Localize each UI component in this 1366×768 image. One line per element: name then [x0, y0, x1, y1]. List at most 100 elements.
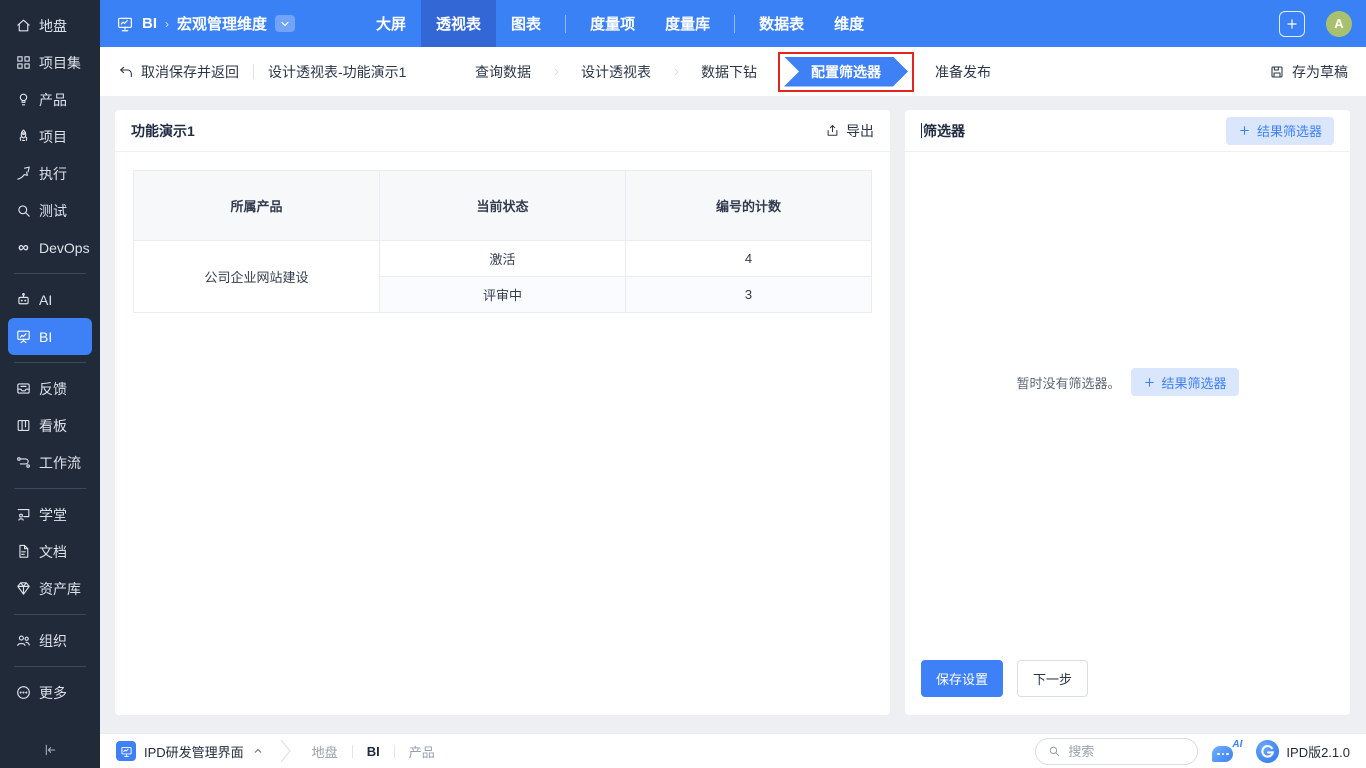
search-box[interactable] [1035, 737, 1199, 765]
ai-badge: AI [1232, 739, 1243, 750]
add-button[interactable] [1279, 10, 1305, 37]
sidebar-item-devops[interactable]: ∞ DevOps [8, 229, 92, 266]
infinity-icon: ∞ [18, 239, 29, 256]
add-result-filter-button[interactable]: 结果筛选器 [1225, 116, 1334, 145]
breadcrumb-current[interactable]: 宏观管理维度 [177, 13, 267, 34]
sidebar-item-label: 测试 [39, 202, 67, 219]
sidebar-item-bi[interactable]: BI [8, 318, 92, 355]
sidebar-item-workflow[interactable]: 工作流 [8, 444, 92, 481]
main-column: BI › 宏观管理维度 大屏 透视表 图表 度量项 度量库 数据表 维度 A 取… [100, 0, 1366, 768]
step-design-pivot[interactable]: 设计透视表 [564, 62, 668, 82]
bi-screen-icon [118, 17, 132, 31]
sidebar-item-project[interactable]: 项目 [8, 118, 92, 155]
sidebar-divider [14, 273, 86, 274]
sidebar-item-execute[interactable]: 执行 [8, 155, 92, 192]
save-draft-label: 存为草稿 [1292, 63, 1348, 80]
nav-data-table[interactable]: 数据表 [744, 0, 819, 47]
sidebar-item-org[interactable]: 组织 [8, 622, 92, 659]
sidebar-item-label: DevOps [39, 239, 90, 256]
ai-assistant-button[interactable]: AI [1212, 739, 1242, 763]
step-configure-filter-active[interactable]: 配置筛选器 [784, 57, 908, 87]
filter-config-card: 筛选器 结果筛选器 暂时没有筛选器。 结果筛选器 保存设置 下一步 [905, 110, 1350, 715]
nav-pivot-table[interactable]: 透视表 [421, 0, 497, 47]
version-badge: IPD版2.1.0 [1256, 739, 1350, 763]
ipd-logo-icon [1256, 739, 1280, 763]
save-settings-button[interactable]: 保存设置 [921, 660, 1004, 697]
filter-footer-actions: 保存设置 下一步 [921, 660, 1089, 697]
kanban-icon [17, 419, 30, 432]
nav-measure-item[interactable]: 度量项 [575, 0, 650, 47]
dimension-dropdown[interactable] [275, 15, 296, 32]
step-prepare-publish[interactable]: 准备发布 [918, 62, 1008, 82]
document-title: 设计透视表-功能演示1 [268, 63, 407, 80]
app-screen-icon [116, 741, 136, 761]
sidebar-item-label: 更多 [39, 684, 67, 701]
sidebar-item-feedback[interactable]: 反馈 [8, 370, 92, 407]
footer-crumb-product[interactable]: 产品 [409, 742, 435, 761]
sidebar-item-more[interactable]: 更多 [8, 674, 92, 711]
sidebar-item-product[interactable]: 产品 [8, 81, 92, 118]
pivot-result-card: 功能演示1 导出 所属产品 当前状态 编号的计数 公司企业网站建设 激活 4 评… [115, 110, 890, 715]
text-cursor [921, 123, 922, 138]
bulb-icon [19, 93, 28, 106]
plus-icon [1144, 377, 1154, 387]
save-draft-button[interactable]: 存为草稿 [1269, 62, 1348, 82]
sidebar-item-test[interactable]: 测试 [8, 192, 92, 229]
empty-add-result-filter-button[interactable]: 结果筛选器 [1130, 368, 1239, 396]
footer-crumb-home[interactable]: 地盘 [312, 742, 338, 761]
nav-divider [734, 14, 736, 33]
export-label: 导出 [846, 122, 874, 139]
nav-measure-lib[interactable]: 度量库 [650, 0, 725, 47]
rocket-icon [19, 129, 28, 141]
col-header-status: 当前状态 [379, 170, 626, 241]
search-input[interactable] [1068, 743, 1187, 759]
cell-product: 公司企业网站建设 [133, 240, 380, 313]
next-step-button[interactable]: 下一步 [1017, 660, 1089, 697]
annotation-highlight-box: 配置筛选器 [778, 51, 914, 92]
step-drill-down[interactable]: 数据下钻 [684, 62, 774, 82]
sidebar-item-label: AI [39, 291, 53, 308]
chevron-down-icon [281, 21, 289, 26]
step-query-data[interactable]: 查询数据 [458, 62, 548, 82]
breadcrumb: BI › 宏观管理维度 [116, 13, 296, 34]
sidebar-item-label: 组织 [39, 632, 67, 649]
topbar-right: A [1279, 10, 1352, 37]
sidebar-item-asset[interactable]: 资产库 [8, 570, 92, 607]
robot-icon [18, 293, 29, 305]
cancel-return-button[interactable]: 取消保存并返回 [118, 62, 239, 82]
sidebar-item-home[interactable]: 地盘 [8, 7, 92, 44]
nav-chart[interactable]: 图表 [496, 0, 556, 47]
empty-state-text: 暂时没有筛选器。 [1016, 375, 1121, 391]
nav-dashboard[interactable]: 大屏 [361, 0, 421, 47]
cell-count: 3 [625, 276, 872, 313]
floppy-save-icon [1271, 65, 1283, 78]
chat-bubble-icon [1212, 746, 1234, 762]
content-area: 功能演示1 导出 所属产品 当前状态 编号的计数 公司企业网站建设 激活 4 评… [100, 97, 1366, 733]
document-icon [19, 544, 29, 558]
sidebar-item-label: 反馈 [39, 380, 67, 397]
app-switcher[interactable]: IPD研发管理界面 [116, 741, 264, 761]
filter-title: 筛选器 [923, 122, 965, 139]
avatar[interactable]: A [1326, 10, 1352, 37]
footer-divider [351, 744, 353, 758]
sidebar-divider [14, 614, 86, 615]
sidebar-item-document[interactable]: 文档 [8, 533, 92, 570]
plus-icon [1240, 126, 1249, 135]
sidebar-item-school[interactable]: 学堂 [8, 496, 92, 533]
school-icon [17, 508, 30, 521]
footer-crumb-bi[interactable]: BI [367, 744, 380, 759]
sidebar-item-label: 看板 [39, 417, 67, 434]
add-result-filter-label: 结果筛选器 [1256, 124, 1322, 139]
sidebar-item-label: 项目 [39, 128, 67, 145]
sidebar-item-project-set[interactable]: 项目集 [8, 44, 92, 81]
table-row: 公司企业网站建设 激活 4 [133, 240, 872, 313]
sidebar-item-ai[interactable]: AI [8, 281, 92, 318]
chevron-separator-icon [280, 739, 291, 763]
sidebar-collapse-button[interactable] [0, 742, 100, 758]
sidebar-item-kanban[interactable]: 看板 [8, 407, 92, 444]
breadcrumb-root[interactable]: BI [142, 15, 157, 32]
footer-divider [393, 744, 395, 758]
nav-dimension[interactable]: 维度 [819, 0, 879, 47]
export-button[interactable]: 导出 [825, 121, 874, 141]
app-root: 地盘 项目集 产品 项目 执行 测试 ∞ DevOps AI BI 反馈 看板 … [0, 0, 1366, 768]
